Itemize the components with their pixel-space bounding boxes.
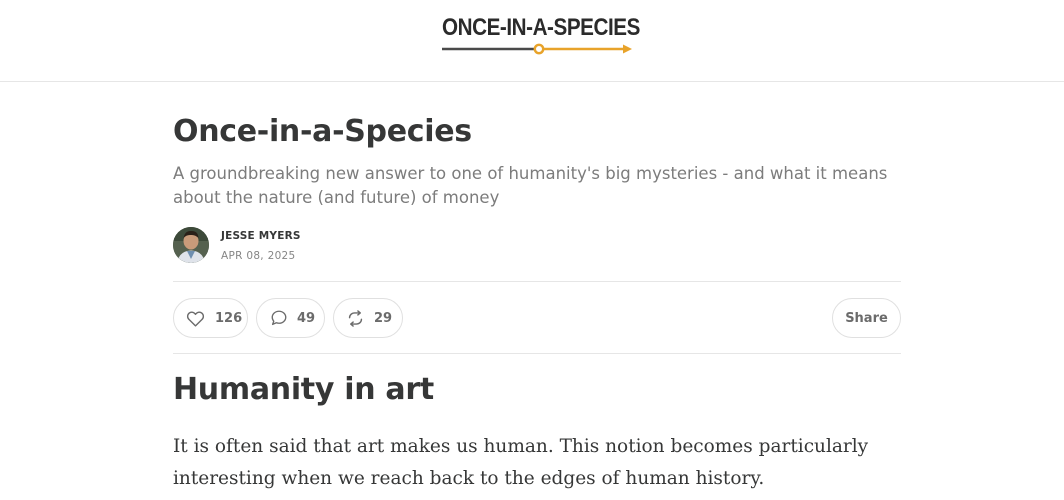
post-title: Once-in-a-Species xyxy=(173,114,472,149)
post-actions: 126 49 29 Share xyxy=(173,298,901,338)
restack-count: 29 xyxy=(374,310,393,326)
divider xyxy=(173,281,901,282)
heart-icon xyxy=(186,311,205,327)
byline: JESSE MYERS APR 08, 2025 xyxy=(173,227,573,263)
like-button[interactable]: 126 xyxy=(173,298,248,338)
share-label: Share xyxy=(845,310,888,326)
site-logo[interactable]: ONCE-IN-A-SPECIES xyxy=(440,14,640,58)
post-date: APR 08, 2025 xyxy=(221,250,296,262)
like-count: 126 xyxy=(215,310,243,326)
restack-arrows-icon xyxy=(348,309,363,327)
restack-button[interactable]: 29 xyxy=(333,298,403,338)
divider xyxy=(173,353,901,354)
avatar-image-icon xyxy=(173,227,209,263)
author-name[interactable]: JESSE MYERS xyxy=(221,230,301,242)
author-avatar[interactable] xyxy=(173,227,209,263)
logo-wordmark: ONCE-IN-A-SPECIES xyxy=(442,14,640,41)
comment-button[interactable]: 49 xyxy=(256,298,325,338)
site-header: ONCE-IN-A-SPECIES xyxy=(0,0,1064,82)
body-paragraph: It is often said that art makes us human… xyxy=(173,436,869,489)
logo-arrow-icon xyxy=(442,43,632,55)
comment-count: 49 xyxy=(297,310,316,326)
share-button[interactable]: Share xyxy=(832,298,901,338)
post-subtitle: A groundbreaking new answer to one of hu… xyxy=(173,164,888,207)
section-heading: Humanity in art xyxy=(173,372,434,407)
speech-bubble-icon xyxy=(271,310,287,326)
